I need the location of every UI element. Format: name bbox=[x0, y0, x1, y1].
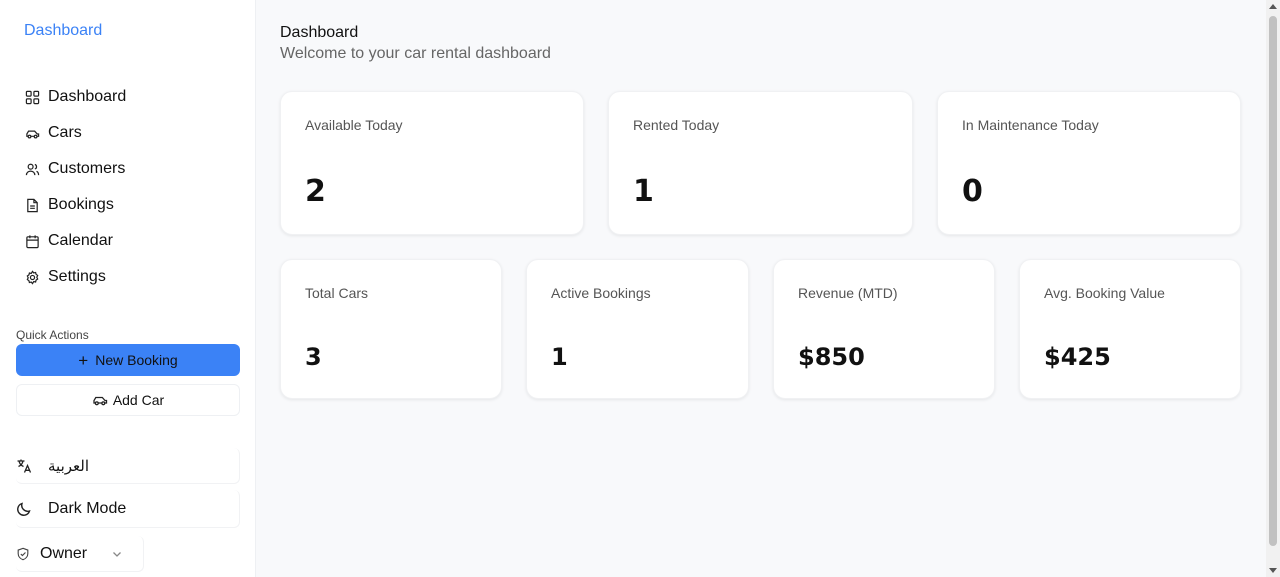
stat-value: 2 bbox=[305, 174, 326, 209]
vertical-scrollbar[interactable] bbox=[1266, 0, 1280, 577]
car-icon bbox=[24, 125, 40, 141]
sidebar-item-label: Bookings bbox=[48, 196, 114, 213]
sidebar: Dashboard Dashboard Cars Customers Booki… bbox=[0, 0, 256, 577]
dark-mode-toggle[interactable]: Dark Mode bbox=[16, 490, 240, 528]
stat-card-avg-booking-value: Avg. Booking Value $425 bbox=[1019, 259, 1241, 399]
add-car-button[interactable]: Add Car bbox=[16, 384, 240, 416]
translate-icon bbox=[16, 458, 32, 474]
stat-card-available-today: Available Today 2 bbox=[280, 91, 584, 235]
sidebar-item-settings[interactable]: Settings bbox=[16, 259, 240, 295]
stat-label: Total Cars bbox=[305, 285, 369, 301]
sidebar-item-customers[interactable]: Customers bbox=[16, 151, 240, 187]
stat-card-revenue-mtd: Revenue (MTD) $850 bbox=[773, 259, 995, 399]
stat-value: 3 bbox=[305, 343, 322, 371]
stat-label: In Maintenance Today bbox=[962, 117, 1099, 133]
stat-card-active-bookings: Active Bookings 1 bbox=[526, 259, 749, 399]
stat-label: Rented Today bbox=[633, 117, 720, 133]
stat-card-rented-today: Rented Today 1 bbox=[608, 91, 913, 235]
plus-icon: + bbox=[78, 350, 89, 370]
new-booking-button[interactable]: + New Booking bbox=[16, 344, 240, 376]
stat-label: Avg. Booking Value bbox=[1044, 285, 1165, 301]
new-booking-label: New Booking bbox=[95, 352, 178, 368]
stat-value: 0 bbox=[962, 174, 983, 209]
gear-icon bbox=[24, 269, 40, 285]
scroll-thumb[interactable] bbox=[1269, 16, 1277, 546]
stat-value: 1 bbox=[633, 174, 654, 209]
sidebar-item-calendar[interactable]: Calendar bbox=[16, 223, 240, 259]
moon-icon bbox=[16, 501, 32, 517]
language-toggle[interactable]: العربية bbox=[16, 448, 240, 484]
stat-label: Available Today bbox=[305, 117, 403, 133]
users-icon bbox=[24, 161, 40, 177]
sidebar-item-cars[interactable]: Cars bbox=[16, 115, 240, 151]
sidebar-nav: Dashboard Cars Customers Bookings Calend… bbox=[16, 79, 240, 295]
stat-card-total-cars: Total Cars 3 bbox=[280, 259, 502, 399]
page-subtitle: Welcome to your car rental dashboard bbox=[280, 45, 551, 62]
shield-check-icon bbox=[16, 547, 30, 561]
file-icon bbox=[24, 197, 40, 213]
stat-value: 1 bbox=[551, 343, 568, 371]
main-content: Dashboard Welcome to your car rental das… bbox=[256, 0, 1266, 577]
language-label: العربية bbox=[48, 457, 89, 475]
brand-link[interactable]: Dashboard bbox=[24, 22, 102, 40]
stat-value: $425 bbox=[1044, 343, 1111, 371]
sidebar-item-label: Dashboard bbox=[48, 88, 127, 105]
sidebar-item-label: Settings bbox=[48, 268, 106, 285]
sidebar-item-dashboard[interactable]: Dashboard bbox=[16, 79, 240, 115]
sidebar-item-bookings[interactable]: Bookings bbox=[16, 187, 240, 223]
calendar-icon bbox=[24, 233, 40, 249]
chevron-down-icon bbox=[111, 548, 123, 560]
stat-label: Active Bookings bbox=[551, 285, 651, 301]
role-label: Owner bbox=[40, 544, 88, 562]
role-select[interactable]: Owner bbox=[16, 536, 144, 572]
page-title: Dashboard bbox=[280, 24, 359, 41]
stat-card-maintenance-today: In Maintenance Today 0 bbox=[937, 91, 1241, 235]
quick-actions-label: Quick Actions bbox=[16, 328, 89, 342]
sidebar-item-label: Cars bbox=[48, 124, 82, 141]
stat-label: Revenue (MTD) bbox=[798, 285, 898, 301]
sidebar-item-label: Calendar bbox=[48, 232, 113, 249]
grid-icon bbox=[24, 89, 40, 105]
stat-value: $850 bbox=[798, 343, 865, 371]
car-icon bbox=[93, 396, 107, 406]
scroll-down-arrow[interactable] bbox=[1269, 568, 1277, 573]
sidebar-item-label: Customers bbox=[48, 160, 126, 177]
add-car-label: Add Car bbox=[112, 392, 165, 408]
dark-mode-label: Dark Mode bbox=[48, 499, 127, 517]
scroll-up-arrow[interactable] bbox=[1269, 4, 1277, 9]
